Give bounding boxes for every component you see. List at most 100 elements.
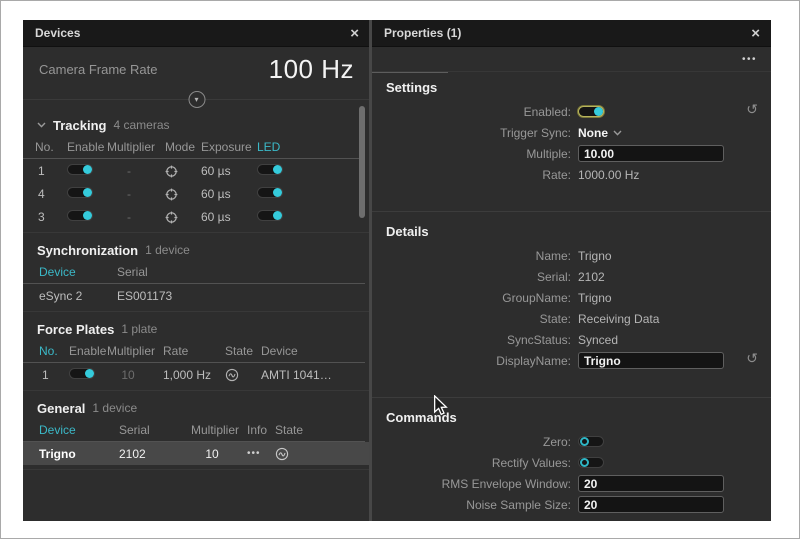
devices-scrollbar-thumb[interactable] [359,106,365,218]
col-serial: Serial [117,265,365,281]
general-section-title: General [37,401,85,416]
col-enable: Enable [67,140,107,156]
displayname-input[interactable] [578,352,724,369]
general-section-header[interactable]: General 1 device [23,391,370,418]
col-state: State [275,423,365,439]
exposure-value: 60 µs [201,187,257,201]
zero-label: Zero: [372,435,578,449]
enabled-toggle[interactable] [578,106,604,117]
general-row-trigno[interactable]: Trigno 2102 10 ••• [23,442,370,465]
col-multiplier: Multiplier [107,344,163,360]
details-section-title: Details [372,222,771,245]
col-info: Info [247,423,275,439]
reset-icon[interactable]: ↺ [746,352,758,366]
col-exposure: Exposure [201,140,257,156]
chevron-down-icon [37,122,46,128]
syncstatus-row: SyncStatus: Synced [372,329,771,350]
trigger-sync-dropdown[interactable]: None [578,126,622,140]
rms-envelope-label: RMS Envelope Window: [372,477,578,491]
serial-label: Serial: [372,270,578,284]
enable-toggle[interactable] [67,210,93,221]
col-multiplier: Multiplier [191,423,247,439]
led-toggle[interactable] [257,164,283,175]
device-serial: 2102 [119,447,191,461]
force-plates-section-count: 1 plate [121,322,157,336]
synchronization-row[interactable]: eSync 2 ES001173 [23,284,370,307]
name-value: Trigno [578,249,612,263]
reset-icon[interactable]: ↺ [746,103,758,117]
rectify-values-toggle[interactable] [578,457,604,468]
syncstatus-value: Synced [578,333,618,347]
displayname-row: DisplayName: ↺ [372,350,771,371]
led-toggle[interactable] [257,187,283,198]
devices-titlebar: Devices × [23,20,370,47]
enable-toggle[interactable] [69,368,95,379]
exposure-value: 60 µs [201,210,257,224]
state-value: Receiving Data [578,312,659,326]
camera-frame-rate-row: Camera Frame Rate 100 Hz [23,47,370,91]
name-row: Name: Trigno [372,245,771,266]
enable-toggle[interactable] [67,164,93,175]
camera-frame-rate-value: 100 Hz [269,54,354,85]
rms-envelope-row: RMS Envelope Window: [372,473,771,494]
groupname-label: GroupName: [372,291,578,305]
collapse-circle-button[interactable]: ▾ [188,91,205,108]
close-icon[interactable]: × [751,26,760,41]
trigger-sync-value: None [578,126,608,140]
zero-toggle[interactable] [578,436,604,447]
device-name: Trigno [39,447,119,461]
tracking-row-2[interactable]: 4 - 60 µs [23,182,370,205]
noise-sample-input[interactable] [578,496,724,513]
camera-number: 3 [35,210,67,224]
details-section: Details Name: Trigno Serial: 2102 GroupN… [372,211,771,385]
force-plate-row[interactable]: 1 10 1,000 Hz AMTI 1041… [23,363,370,386]
tracking-section-header[interactable]: Tracking 4 cameras [23,108,370,135]
tracking-section-count: 4 cameras [113,118,169,132]
rms-envelope-input[interactable] [578,475,724,492]
chevron-down-icon: ▾ [194,95,198,104]
tracking-mode-icon[interactable] [165,211,178,224]
overflow-menu-icon[interactable]: ••• [742,54,757,65]
frame-rate-collapse-strip: ▾ [23,91,370,108]
device-name: AMTI 1041… [261,368,370,382]
tracking-table-header: No. Enable Multiplier Mode Exposure LED [23,137,365,159]
col-no: No. [39,344,69,360]
close-icon[interactable]: × [350,26,359,41]
displayname-label: DisplayName: [372,354,578,368]
tracking-row-1[interactable]: 1 - 60 µs [23,159,370,182]
general-section-count: 1 device [92,401,137,415]
device-serial: ES001173 [117,289,370,303]
multiplier-value: 10 [191,447,247,461]
settings-section: Settings Enabled: ↺ Trigger Sync: None M… [372,72,771,199]
mouse-cursor [433,395,448,416]
multiplier-value: - [107,210,165,224]
device-name: eSync 2 [39,289,117,303]
state-signal-icon [225,368,239,382]
tracking-mode-icon[interactable] [165,188,178,201]
tracking-mode-icon[interactable] [165,165,178,178]
devices-panel-title: Devices [35,26,80,40]
force-plates-table-header: No. Enable Multiplier Rate State Device [23,341,365,363]
multiple-input[interactable] [578,145,724,162]
col-serial: Serial [119,423,191,439]
section-divider [23,469,370,470]
info-ellipsis-icon[interactable]: ••• [247,448,275,459]
col-rate: Rate [163,344,225,360]
synchronization-section-header[interactable]: Synchronization 1 device [23,233,370,260]
force-plates-section-title: Force Plates [37,322,114,337]
force-plates-section-header[interactable]: Force Plates 1 plate [23,312,370,339]
exposure-value: 60 µs [201,164,257,178]
commands-section-title: Commands [372,408,771,431]
chevron-down-icon [613,130,622,136]
rate-value: 1,000 Hz [163,368,225,382]
tracking-row-3[interactable]: 3 - 60 µs [23,205,370,228]
enable-toggle[interactable] [67,187,93,198]
properties-panel: Properties (1) × ••• Settings Enabled: ↺… [372,20,771,521]
camera-number: 1 [35,164,67,178]
noise-sample-row: Noise Sample Size: [372,494,771,515]
rectify-values-label: Rectify Values: [372,456,578,470]
section-rule [372,72,448,73]
col-enable: Enable [69,344,107,360]
col-multiplier: Multiplier [107,140,165,156]
led-toggle[interactable] [257,210,283,221]
